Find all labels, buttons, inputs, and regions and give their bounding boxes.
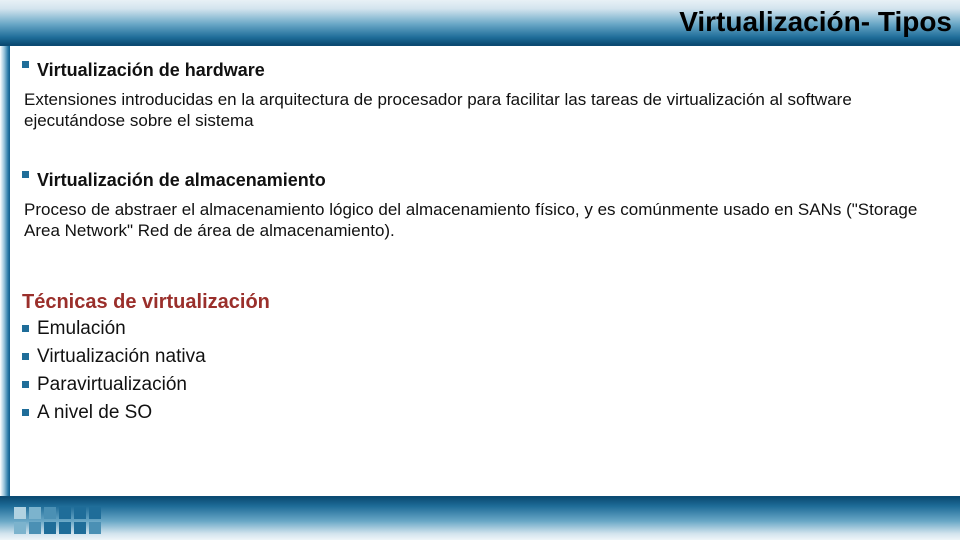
section-heading-hardware: Virtualización de hardware: [37, 60, 265, 81]
section-heading-storage: Virtualización de almacenamiento: [37, 170, 326, 191]
section-heading-row: Virtualización de hardware: [22, 54, 956, 85]
list-item: Virtualización nativa: [22, 346, 956, 368]
techniques-list: Emulación Virtualización nativa Paravirt…: [22, 318, 956, 424]
page-title: Virtualización- Tipos: [679, 6, 952, 38]
technique-label: Virtualización nativa: [37, 346, 206, 368]
slide: Virtualización- Tipos Virtualización de …: [0, 0, 960, 540]
technique-label: Emulación: [37, 318, 126, 340]
section-heading-row: Virtualización de almacenamiento: [22, 164, 956, 195]
footer-squares-icon: [14, 507, 101, 534]
bullet-icon: [22, 171, 29, 178]
list-item: Paravirtualización: [22, 374, 956, 396]
technique-label: Paravirtualización: [37, 374, 187, 396]
bullet-icon: [22, 409, 29, 416]
bullet-icon: [22, 61, 29, 68]
bullet-icon: [22, 325, 29, 332]
list-item: A nivel de SO: [22, 402, 956, 424]
subheader-techniques: Técnicas de virtualización: [22, 291, 956, 314]
footer-bar: [0, 496, 960, 540]
content-area: Virtualización de hardware Extensiones i…: [22, 54, 956, 424]
left-accent-strip: [0, 0, 10, 540]
section-body-storage: Proceso de abstraer el almacenamiento ló…: [24, 199, 956, 242]
section-body-hardware: Extensiones introducidas en la arquitect…: [24, 89, 956, 132]
list-item: Emulación: [22, 318, 956, 340]
title-bar: Virtualización- Tipos: [0, 0, 960, 46]
bullet-icon: [22, 381, 29, 388]
bullet-icon: [22, 353, 29, 360]
technique-label: A nivel de SO: [37, 402, 152, 424]
